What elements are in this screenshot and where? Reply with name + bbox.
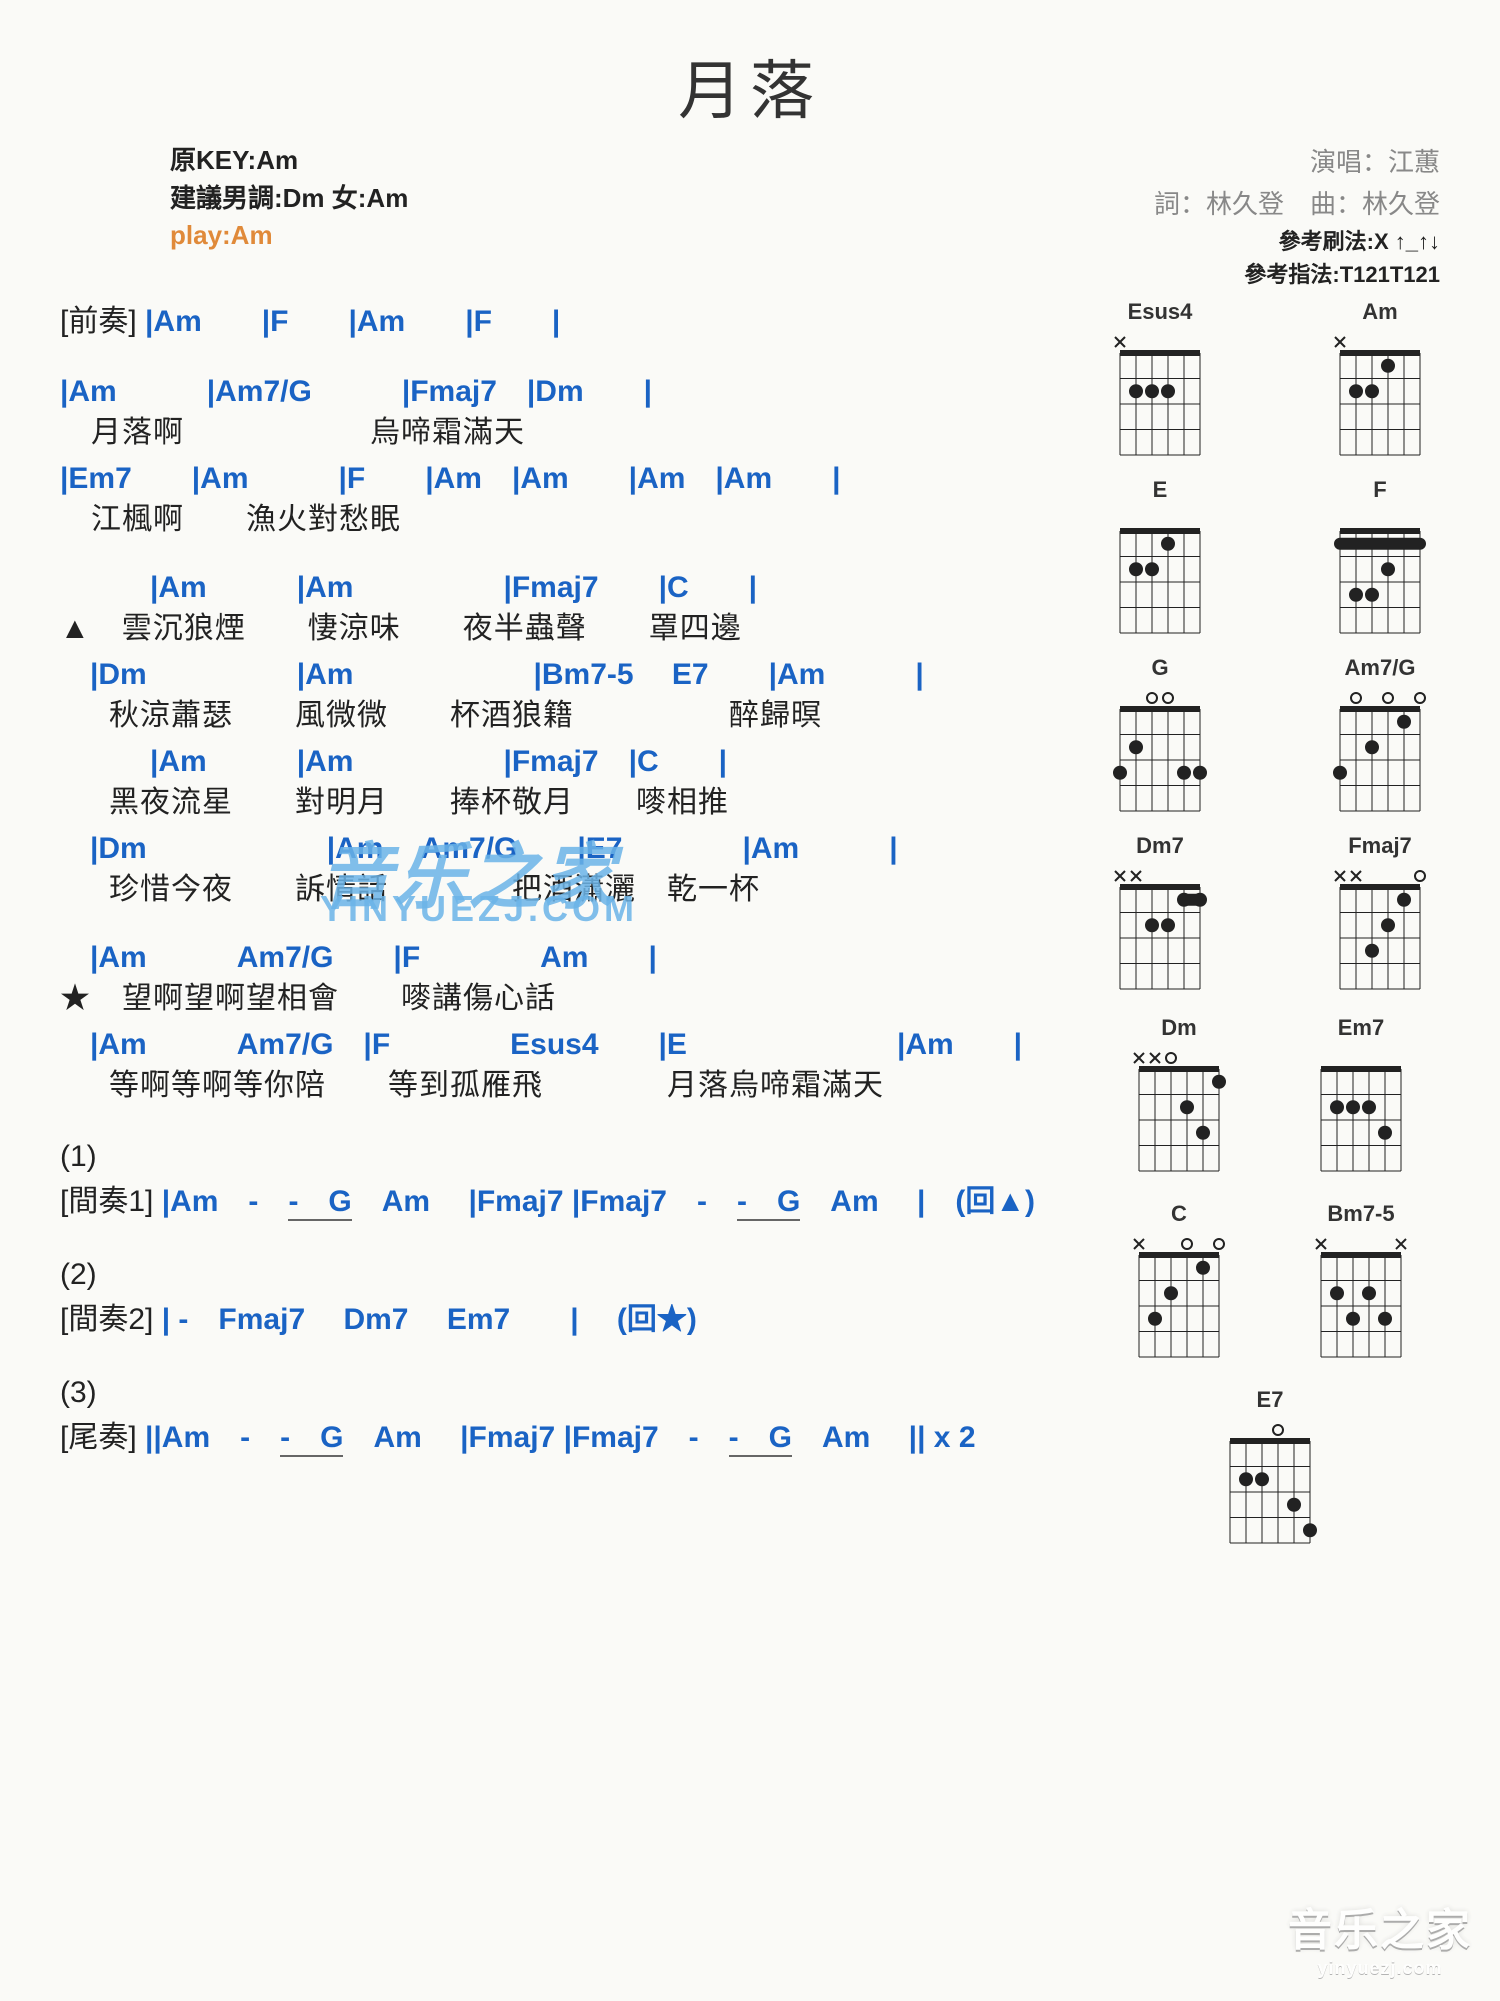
interlude-2: (2) [間奏2] | - Fmaj7 Dm7 Em7 | (回★) bbox=[60, 1252, 1076, 1342]
chord-diagram: Em7 bbox=[1301, 1015, 1421, 1185]
chord-name: Fmaj7 bbox=[1348, 833, 1412, 859]
chord-text: | - Fmaj7 Dm7 Em7 | (回★) bbox=[162, 1303, 697, 1336]
chord-diagram: F bbox=[1320, 477, 1440, 647]
chord-diagram: E7 bbox=[1210, 1387, 1330, 1557]
chord-row: |Dm |Am |Bm7-5 E7 |Am | bbox=[60, 655, 1076, 696]
lyric-row: 等啊等啊等你陪 等到孤雁飛 月落烏啼霜滿天 bbox=[60, 1066, 1076, 1107]
chord-sheet: [前奏] |Am |F |Am |F | |Am |Am7/G |Fmaj7 |… bbox=[60, 299, 1076, 1561]
suggest-key: 建議男調:Dm 女:Am bbox=[170, 180, 408, 218]
section-number: (1) bbox=[60, 1134, 1076, 1179]
chord-text: Am | (回▲) bbox=[800, 1185, 1035, 1218]
lyric-row: 江楓啊 漁火對愁眠 bbox=[60, 500, 1076, 541]
ref-finger: 參考指法:T121T121 bbox=[1154, 258, 1440, 291]
verse-1: |Am |Am7/G |Fmaj7 |Dm | 月落啊 烏啼霜滿天 |Em7 |… bbox=[60, 372, 1076, 540]
chord-diagram: Esus4 bbox=[1100, 299, 1220, 469]
chord-text: ||Am - bbox=[145, 1421, 280, 1454]
chord-underline: - G bbox=[729, 1421, 792, 1457]
chord-diagram: G bbox=[1100, 655, 1220, 825]
section-number: (3) bbox=[60, 1370, 1076, 1415]
reference-playing: 參考刷法:X ↑_↑↓ 參考指法:T121T121 bbox=[1154, 225, 1440, 291]
chord-name: Em7 bbox=[1338, 1015, 1384, 1041]
chord-name: Esus4 bbox=[1128, 299, 1193, 325]
chord-diagram: C bbox=[1119, 1201, 1239, 1371]
chord-underline: - G bbox=[280, 1421, 343, 1457]
key-info: 原KEY:Am 建議男調:Dm 女:Am play:Am bbox=[170, 142, 408, 291]
play-key: play:Am bbox=[170, 217, 408, 255]
lyricist-composer: 詞：林久登 曲：林久登 bbox=[1154, 184, 1440, 226]
ref-strum: 參考刷法:X ↑_↑↓ bbox=[1154, 225, 1440, 258]
chord-name: C bbox=[1171, 1201, 1187, 1227]
chord-diagram: Dm7 bbox=[1100, 833, 1220, 1003]
chord-name: G bbox=[1151, 655, 1168, 681]
chord-underline: - G bbox=[288, 1185, 351, 1221]
outro: (3) [尾奏] ||Am - - G Am |Fmaj7 |Fmaj7 - -… bbox=[60, 1370, 1076, 1460]
intro-chords: |Am |F |Am |F | bbox=[145, 305, 560, 338]
song-title: 月落 bbox=[60, 40, 1440, 132]
chord-row: |Am |Am7/G |Fmaj7 |Dm | bbox=[60, 372, 1076, 413]
chord-name: F bbox=[1373, 477, 1386, 503]
chord-text: Am |Fmaj7 |Fmaj7 - bbox=[343, 1421, 728, 1454]
chord-row: |Am Am7/G |F Am | bbox=[60, 938, 1076, 979]
chord-diagram: E bbox=[1100, 477, 1220, 647]
chord-diagram: Am7/G bbox=[1320, 655, 1440, 825]
intro-label: [前奏] bbox=[60, 305, 137, 338]
chord-diagrams: Esus4 Am E F G Am7/G Dm7 Fmaj7 Dm Em7 C Bm7-5 E7 bbox=[1100, 299, 1440, 1561]
chord-text: Am || x 2 bbox=[792, 1421, 976, 1454]
interlude-1: (1) [間奏1] |Am - - G Am |Fmaj7 |Fmaj7 - -… bbox=[60, 1134, 1076, 1224]
orig-key: 原KEY:Am bbox=[170, 142, 408, 180]
chord-name: Bm7-5 bbox=[1327, 1201, 1394, 1227]
section-b: |Am Am7/G |F Am | ★ 望啊望啊望相會 嘜講傷心話 |Am Am… bbox=[60, 938, 1076, 1106]
chord-name: Am bbox=[1362, 299, 1397, 325]
chord-name: Dm bbox=[1161, 1015, 1196, 1041]
chord-diagram: Bm7-5 bbox=[1301, 1201, 1421, 1371]
chord-underline: - G bbox=[737, 1185, 800, 1221]
chord-diagram: Dm bbox=[1119, 1015, 1239, 1185]
chord-name: E7 bbox=[1257, 1387, 1284, 1413]
inter1-label: [間奏1] bbox=[60, 1185, 153, 1218]
chord-row: |Am |Am |Fmaj7 |C | bbox=[60, 742, 1076, 783]
section-number: (2) bbox=[60, 1252, 1076, 1297]
chord-name: Dm7 bbox=[1136, 833, 1184, 859]
outro-label: [尾奏] bbox=[60, 1421, 137, 1454]
chord-row: |Am |Am |Fmaj7 |C | bbox=[60, 568, 1076, 609]
lyric-row: 秋涼蕭瑟 風微微 杯酒狼籍 醉歸暝 bbox=[60, 696, 1076, 737]
credits: 演唱：江蕙 詞：林久登 曲：林久登 bbox=[1154, 142, 1440, 225]
chord-text: Am |Fmaj7 |Fmaj7 - bbox=[352, 1185, 737, 1218]
singer: 演唱：江蕙 bbox=[1154, 142, 1440, 184]
watermark-bottom-right: 音乐之家 yinyuezj.com bbox=[1288, 1894, 1472, 1979]
lyric-row: ★ 望啊望啊望相會 嘜講傷心話 bbox=[60, 979, 1076, 1020]
lyric-row: 月落啊 烏啼霜滿天 bbox=[60, 413, 1076, 454]
chord-row: |Am Am7/G |F Esus4 |E |Am | bbox=[60, 1025, 1076, 1066]
chord-name: E bbox=[1153, 477, 1168, 503]
inter2-label: [間奏2] bbox=[60, 1303, 153, 1336]
chord-diagram: Fmaj7 bbox=[1320, 833, 1440, 1003]
chord-row: |Em7 |Am |F |Am |Am |Am |Am | bbox=[60, 459, 1076, 500]
chord-name: Am7/G bbox=[1345, 655, 1416, 681]
lyric-row: ▲ 雲沉狼煙 悽涼味 夜半蟲聲 罩四邊 bbox=[60, 609, 1076, 650]
watermark-sub: YINYUEZJ.COM bbox=[320, 888, 638, 930]
chord-text: |Am - bbox=[162, 1185, 289, 1218]
chord-diagram: Am bbox=[1320, 299, 1440, 469]
